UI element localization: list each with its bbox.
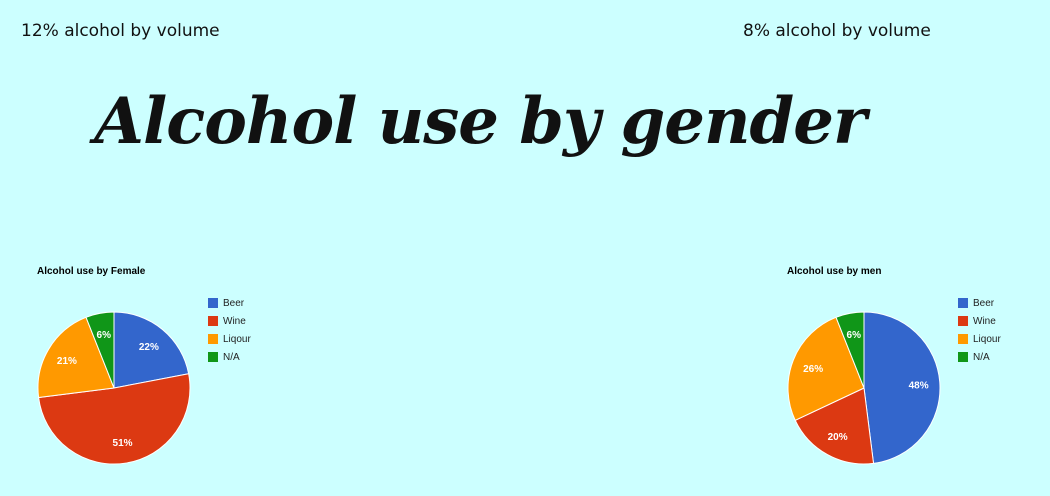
legend-item-beer[interactable]: Beer [958,294,1001,312]
legend-item-liqour[interactable]: Liqour [958,330,1001,348]
legend-label: N/A [223,351,240,363]
slice-label: 51% [113,438,133,449]
legend-swatch [208,298,218,308]
slice-label: 6% [97,330,112,341]
legend-label: N/A [973,351,990,363]
legend-label: Wine [223,315,246,327]
slice-label: 48% [909,381,929,392]
legend-label: Wine [973,315,996,327]
pie-chart-male: Alcohol use by men 48% 20% 26% 6% Beer Wine… [780,260,1020,480]
legend-swatch [958,298,968,308]
legend-label: Beer [973,297,995,309]
legend-item-wine[interactable]: Wine [208,312,251,330]
legend-item-liqour[interactable]: Liqour [208,330,251,348]
slice-label: 6% [847,330,862,341]
slice-label: 26% [803,364,823,375]
pie-chart-female: Alcohol use by Female 22% 51% 21% 6% Beer W… [30,260,270,480]
top-right-note: 8% alcohol by volume [743,21,931,41]
legend: Beer Wine Liqour N/A [208,294,251,366]
legend-swatch [208,316,218,326]
legend-swatch [958,334,968,344]
legend-label: Liqour [973,333,1001,345]
legend-swatch [208,334,218,344]
legend-item-na[interactable]: N/A [958,348,1001,366]
legend-swatch [208,352,218,362]
slice-label: 21% [57,356,77,367]
legend-swatch [958,352,968,362]
slice-label: 22% [139,342,159,353]
slice-label: 20% [828,432,848,443]
pie: 48% 20% 26% 6% [787,311,941,465]
legend-item-wine[interactable]: Wine [958,312,1001,330]
legend-label: Beer [223,297,245,309]
pie: 22% 51% 21% 6% [37,311,191,465]
page-title: Alcohol use by gender [94,84,866,159]
legend-item-na[interactable]: N/A [208,348,251,366]
top-left-note: 12% alcohol by volume [21,21,220,41]
legend-swatch [958,316,968,326]
legend-item-beer[interactable]: Beer [208,294,251,312]
legend-label: Liqour [223,333,251,345]
legend: Beer Wine Liqour N/A [958,294,1001,366]
